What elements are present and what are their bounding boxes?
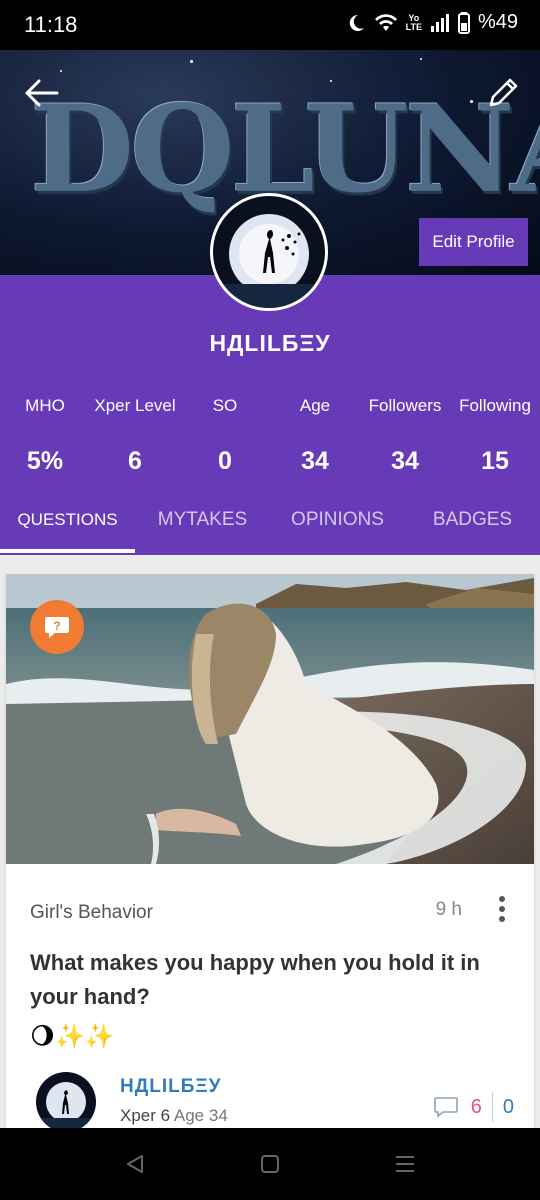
- stat-label: SO: [212, 396, 238, 415]
- author-meta: Xper 6 Age 34: [120, 1106, 228, 1126]
- nav-back-icon[interactable]: [124, 1154, 146, 1174]
- stat-age: Age 34: [270, 395, 360, 476]
- stat-value: 0: [218, 447, 232, 475]
- nav-home-icon[interactable]: [260, 1154, 280, 1174]
- stat-mho: MHO 5%: [0, 395, 90, 476]
- battery-icon: [457, 11, 470, 34]
- author-avatar[interactable]: [36, 1072, 96, 1132]
- counts-divider: [491, 1092, 493, 1122]
- status-time: 11:18: [24, 12, 78, 37]
- stat-xper-level: Xper Level 6: [90, 395, 180, 476]
- question-category[interactable]: Girl's Behavior: [30, 902, 153, 924]
- stat-so: SO 0: [180, 395, 270, 476]
- question-time: 9 h: [435, 899, 462, 920]
- author-name[interactable]: НДLILБΞУ: [120, 1076, 221, 1098]
- stat-label: Age: [299, 396, 331, 415]
- post-counts: 6 0: [433, 1092, 514, 1122]
- battery-percent: %49: [477, 11, 518, 33]
- edit-profile-button[interactable]: Edit Profile: [419, 218, 528, 266]
- stat-value: 6: [128, 447, 142, 475]
- question-photo[interactable]: [6, 574, 534, 864]
- tab-badges[interactable]: BADGES: [405, 505, 540, 555]
- more-vertical-icon[interactable]: [496, 894, 508, 924]
- network-bottom-label: LTE: [405, 21, 422, 32]
- tab-opinions[interactable]: OPINIONS: [270, 505, 405, 555]
- stat-value: 34: [301, 447, 329, 475]
- signal-icon: [430, 13, 449, 32]
- pencil-icon[interactable]: [486, 76, 520, 110]
- wifi-icon: [374, 13, 397, 31]
- stat-label: Followers: [368, 396, 442, 415]
- author-level: Xper 6: [120, 1106, 171, 1125]
- stat-value: 5%: [26, 447, 64, 475]
- stat-followers[interactable]: Followers 34: [360, 395, 450, 476]
- comment-bubble-icon[interactable]: [433, 1095, 459, 1119]
- status-icons: Yo LTE %49: [346, 11, 518, 34]
- comments-count[interactable]: 6: [471, 1096, 482, 1119]
- question-title[interactable]: What makes you happy when you hold it in…: [30, 946, 500, 1014]
- back-arrow-icon[interactable]: [24, 78, 60, 108]
- profile-username: НДLILБΞУ: [209, 330, 331, 356]
- stat-label: Xper Level: [94, 396, 176, 415]
- question-card[interactable]: ? Girl's Behavior 9 h What makes you hap…: [6, 574, 534, 1134]
- active-tab-indicator: [0, 549, 135, 553]
- question-emoji: 🌖✨✨: [30, 1023, 115, 1050]
- votes-count[interactable]: 0: [503, 1096, 514, 1119]
- stat-label: MHO: [25, 396, 65, 415]
- cover-logo-text: DQLUNAY: [30, 79, 540, 220]
- profile-tabs: QUESTIONS MYTAKES OPINIONS BADGES: [0, 505, 540, 555]
- tab-mytakes[interactable]: MYTAKES: [135, 505, 270, 555]
- nav-menu-icon[interactable]: [394, 1154, 416, 1174]
- tab-questions[interactable]: QUESTIONS: [0, 505, 135, 555]
- stat-following[interactable]: Following 15: [450, 395, 540, 476]
- stat-value: 34: [391, 447, 419, 475]
- network-type: Yo LTE: [405, 13, 422, 32]
- question-badge-icon: ?: [30, 600, 84, 654]
- author-age: Age 34: [173, 1106, 228, 1125]
- status-bar: 11:18 Yo LTE %49: [0, 0, 540, 50]
- moon-icon: [349, 14, 364, 31]
- system-nav-bar: [0, 1128, 540, 1200]
- stat-value: 15: [481, 447, 509, 475]
- profile-avatar[interactable]: [210, 193, 328, 311]
- stat-label: Following: [459, 396, 531, 415]
- svg-text:?: ?: [53, 619, 60, 633]
